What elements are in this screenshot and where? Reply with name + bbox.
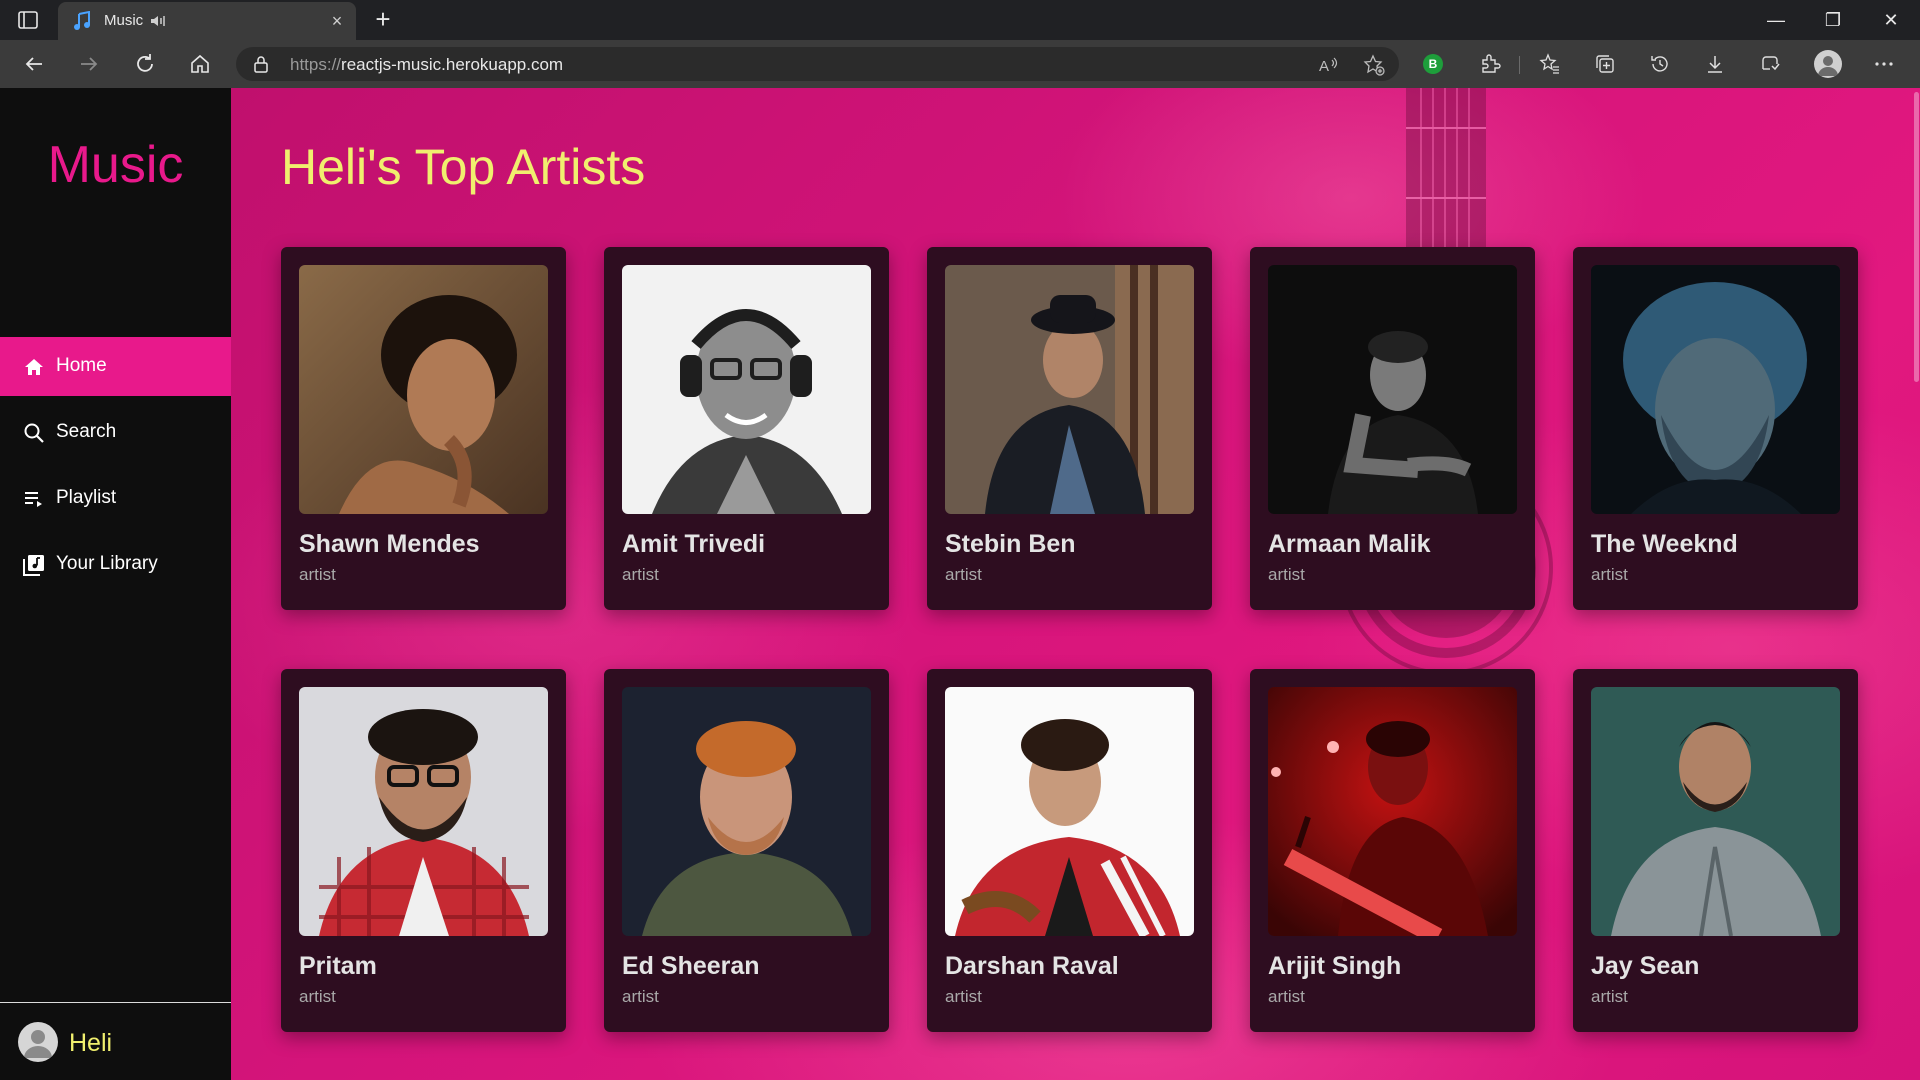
artist-type: artist: [1268, 987, 1305, 1006]
artist-type: artist: [945, 565, 982, 584]
back-icon[interactable]: [22, 52, 46, 76]
collections-icon[interactable]: [1594, 53, 1616, 75]
artist-type: artist: [1591, 987, 1628, 1006]
artist-photo: [299, 687, 548, 936]
artist-card-the-weeknd[interactable]: The Weeknd artist: [1573, 247, 1858, 610]
downloads-icon[interactable]: [1704, 53, 1726, 75]
toolbar-separator: [1519, 56, 1520, 74]
browser-tab-music[interactable]: Music ×: [58, 2, 356, 40]
user-avatar-icon: [18, 1022, 58, 1062]
library-icon: [22, 553, 46, 577]
playlist-icon: [22, 487, 46, 511]
artist-name: Arijit Singh: [1268, 952, 1402, 980]
sidebar-item-search[interactable]: Search: [0, 403, 231, 462]
artist-type: artist: [622, 565, 659, 584]
artist-name: Jay Sean: [1591, 952, 1700, 980]
main-content: Heli's Top Artists Shawn Mendes artist A…: [231, 88, 1920, 1080]
sidebar-item-label: Your Library: [56, 553, 158, 574]
artist-card-jay-sean[interactable]: Jay Sean artist: [1573, 669, 1858, 1032]
page-title: Heli's Top Artists: [281, 139, 646, 195]
history-icon[interactable]: [1649, 53, 1671, 75]
profile-icon[interactable]: [1814, 50, 1842, 78]
home-browser-icon[interactable]: [188, 52, 212, 76]
refresh-icon[interactable]: [133, 52, 157, 76]
home-icon: [22, 355, 46, 379]
read-aloud-icon[interactable]: A: [1318, 54, 1340, 76]
sidebar-divider: [0, 1002, 231, 1003]
scrollbar-thumb[interactable]: [1914, 92, 1919, 382]
artist-type: artist: [1268, 565, 1305, 584]
artist-type: artist: [622, 987, 659, 1006]
sidebar: Music Home Search Playlist Your Library: [0, 88, 231, 1080]
artist-name: Pritam: [299, 952, 377, 980]
browser-toolbar: https://reactjs-music.herokuapp.com A B: [0, 40, 1920, 88]
artist-photo: [945, 265, 1194, 514]
artist-photo: [299, 265, 548, 514]
artist-card-pritam[interactable]: Pritam artist: [281, 669, 566, 1032]
restore-button[interactable]: ❐: [1818, 8, 1848, 32]
tab-actions-icon[interactable]: [16, 8, 40, 32]
lock-icon[interactable]: [252, 55, 270, 73]
artist-name: The Weeknd: [1591, 530, 1738, 558]
artist-type: artist: [945, 987, 982, 1006]
url-text[interactable]: https://reactjs-music.herokuapp.com: [290, 55, 563, 75]
artist-photo: [622, 265, 871, 514]
tab-close-button[interactable]: ×: [328, 12, 346, 30]
audio-playing-icon[interactable]: [150, 14, 166, 28]
new-tab-button[interactable]: +: [370, 6, 396, 33]
artist-name: Stebin Ben: [945, 530, 1076, 558]
artist-card-armaan-malik[interactable]: Armaan Malik artist: [1250, 247, 1535, 610]
artist-card-amit-trivedi[interactable]: Amit Trivedi artist: [604, 247, 889, 610]
sidebar-item-home[interactable]: Home: [0, 337, 231, 396]
artist-name: Darshan Raval: [945, 952, 1119, 980]
tab-title: Music: [104, 12, 144, 29]
artist-name: Amit Trivedi: [622, 530, 766, 558]
sidebar-item-label: Search: [56, 421, 117, 442]
svg-text:A: A: [1319, 58, 1329, 75]
favorites-icon[interactable]: [1539, 53, 1561, 75]
search-icon: [22, 421, 46, 445]
music-app: Music Home Search Playlist Your Library: [0, 88, 1920, 1080]
sidebar-item-playlist[interactable]: Playlist: [0, 469, 231, 528]
extensions-icon[interactable]: [1479, 53, 1501, 75]
artist-card-shawn-mendes[interactable]: Shawn Mendes artist: [281, 247, 566, 610]
user-name: Heli: [69, 1029, 113, 1057]
minimize-button[interactable]: —: [1761, 8, 1791, 32]
browser-tab-bar: Music × + — ❐ ✕: [0, 0, 1920, 40]
sidebar-item-library[interactable]: Your Library: [0, 535, 231, 594]
artist-photo: [622, 687, 871, 936]
more-options-icon[interactable]: [1873, 53, 1895, 75]
artist-card-stebin-ben[interactable]: Stebin Ben artist: [927, 247, 1212, 610]
artist-name: Armaan Malik: [1268, 530, 1431, 558]
artist-card-darshan-raval[interactable]: Darshan Raval artist: [927, 669, 1212, 1032]
artist-card-ed-sheeran[interactable]: Ed Sheeran artist: [604, 669, 889, 1032]
performance-icon[interactable]: [1759, 53, 1781, 75]
artist-photo: [1268, 265, 1517, 514]
artist-photo: [1268, 687, 1517, 936]
sidebar-item-label: Playlist: [56, 487, 117, 508]
music-note-icon: [72, 10, 92, 31]
artist-photo: [945, 687, 1194, 936]
artist-name: Ed Sheeran: [622, 952, 760, 980]
app-logo[interactable]: Music: [0, 135, 231, 195]
artist-type: artist: [1591, 565, 1628, 584]
extension-badge-icon[interactable]: B: [1423, 54, 1443, 74]
artist-photo: [1591, 687, 1840, 936]
artist-photo: [1591, 265, 1840, 514]
add-favorite-icon[interactable]: [1363, 54, 1385, 76]
artist-type: artist: [299, 565, 336, 584]
artist-card-arijit-singh[interactable]: Arijit Singh artist: [1250, 669, 1535, 1032]
sidebar-item-label: Home: [56, 355, 107, 376]
artist-name: Shawn Mendes: [299, 530, 480, 558]
address-bar[interactable]: https://reactjs-music.herokuapp.com A: [236, 47, 1399, 81]
scrollbar[interactable]: [1912, 88, 1920, 1080]
artist-type: artist: [299, 987, 336, 1006]
close-window-button[interactable]: ✕: [1876, 8, 1906, 32]
forward-icon[interactable]: [77, 52, 101, 76]
